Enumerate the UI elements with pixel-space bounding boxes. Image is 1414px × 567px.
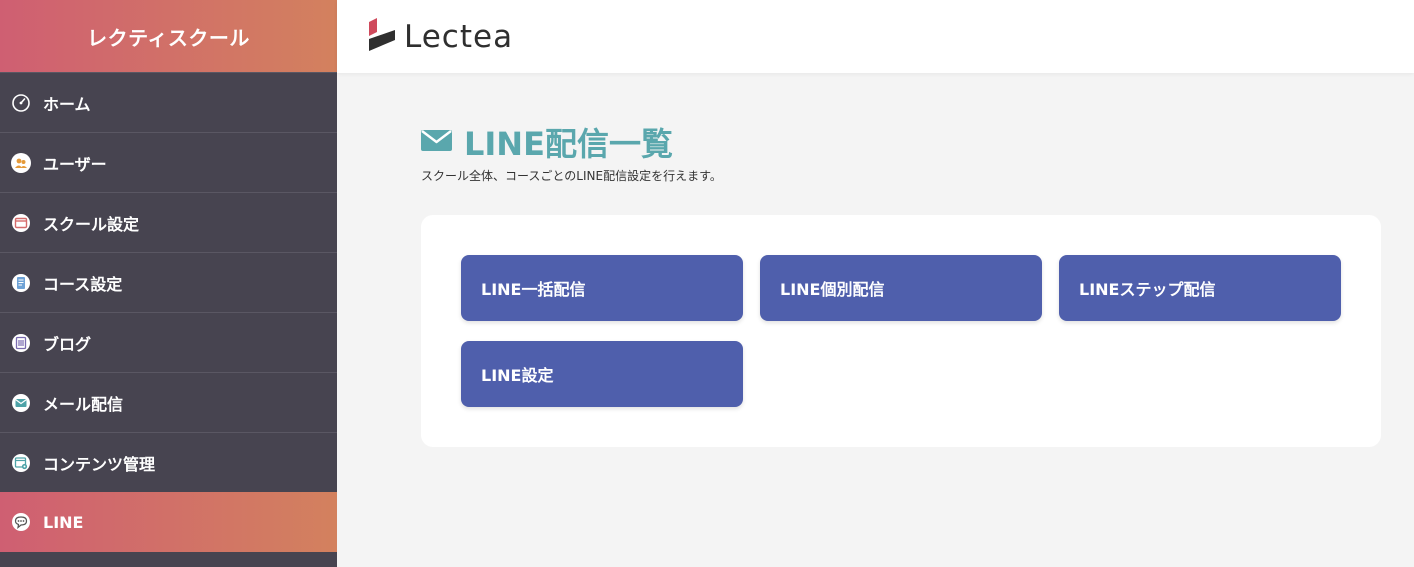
sidebar-item-label: LINE: [43, 512, 84, 532]
page-heading: LINE配信一覧: [421, 119, 673, 165]
chat-icon: [11, 512, 31, 532]
sidebar-item-label: メール配信: [43, 394, 124, 414]
mail-icon: [421, 129, 452, 155]
mail-icon: [11, 393, 31, 413]
sidebar-item-mail[interactable]: メール配信: [0, 372, 337, 432]
page-title: LINE配信一覧: [464, 125, 673, 163]
logo-text: Lectea: [404, 18, 514, 55]
sidebar: レクティスクール ホーム ユーザー スクール設定 コース設定 ブログ メール配信…: [0, 0, 337, 567]
sidebar-item-line[interactable]: LINE: [0, 492, 337, 552]
window-icon: [11, 213, 31, 233]
top-header: Lectea: [337, 0, 1414, 73]
line-individual-delivery-button[interactable]: LINE個別配信: [760, 255, 1042, 321]
users-icon: [11, 152, 31, 173]
dashboard-icon: [11, 93, 31, 113]
page-description: スクール全体、コースごとのLINE配信設定を行えます。: [421, 169, 722, 183]
blog-icon: [11, 333, 31, 353]
line-bulk-delivery-button[interactable]: LINE一括配信: [461, 255, 743, 321]
sidebar-item-course-settings[interactable]: コース設定: [0, 252, 337, 312]
line-step-delivery-button[interactable]: LINEステップ配信: [1059, 255, 1341, 321]
sidebar-item-label: ユーザー: [43, 154, 107, 174]
school-name: レクティスクール: [87, 25, 250, 50]
sidebar-item-label: コンテンツ管理: [43, 454, 156, 474]
sidebar-header[interactable]: レクティスクール: [0, 0, 337, 72]
main-content: LINE配信一覧 スクール全体、コースごとのLINE配信設定を行えます。 LIN…: [337, 73, 1414, 567]
logo[interactable]: Lectea: [368, 17, 514, 56]
document-icon: [11, 273, 31, 293]
sidebar-item-users[interactable]: ユーザー: [0, 132, 337, 192]
logo-mark-icon: [368, 17, 396, 56]
line-settings-button[interactable]: LINE設定: [461, 341, 743, 407]
sidebar-item-home[interactable]: ホーム: [0, 72, 337, 132]
content-icon: [11, 453, 31, 473]
sidebar-item-label: ブログ: [43, 334, 92, 354]
sidebar-item-contents[interactable]: コンテンツ管理: [0, 432, 337, 492]
sidebar-item-label: ホーム: [43, 94, 91, 114]
sidebar-item-label: コース設定: [43, 274, 123, 294]
sidebar-item-label: スクール設定: [43, 214, 140, 234]
sidebar-item-blog[interactable]: ブログ: [0, 312, 337, 372]
sidebar-item-school-settings[interactable]: スクール設定: [0, 192, 337, 252]
line-menu-card: LINE一括配信 LINE個別配信 LINEステップ配信 LINE設定: [421, 215, 1381, 447]
